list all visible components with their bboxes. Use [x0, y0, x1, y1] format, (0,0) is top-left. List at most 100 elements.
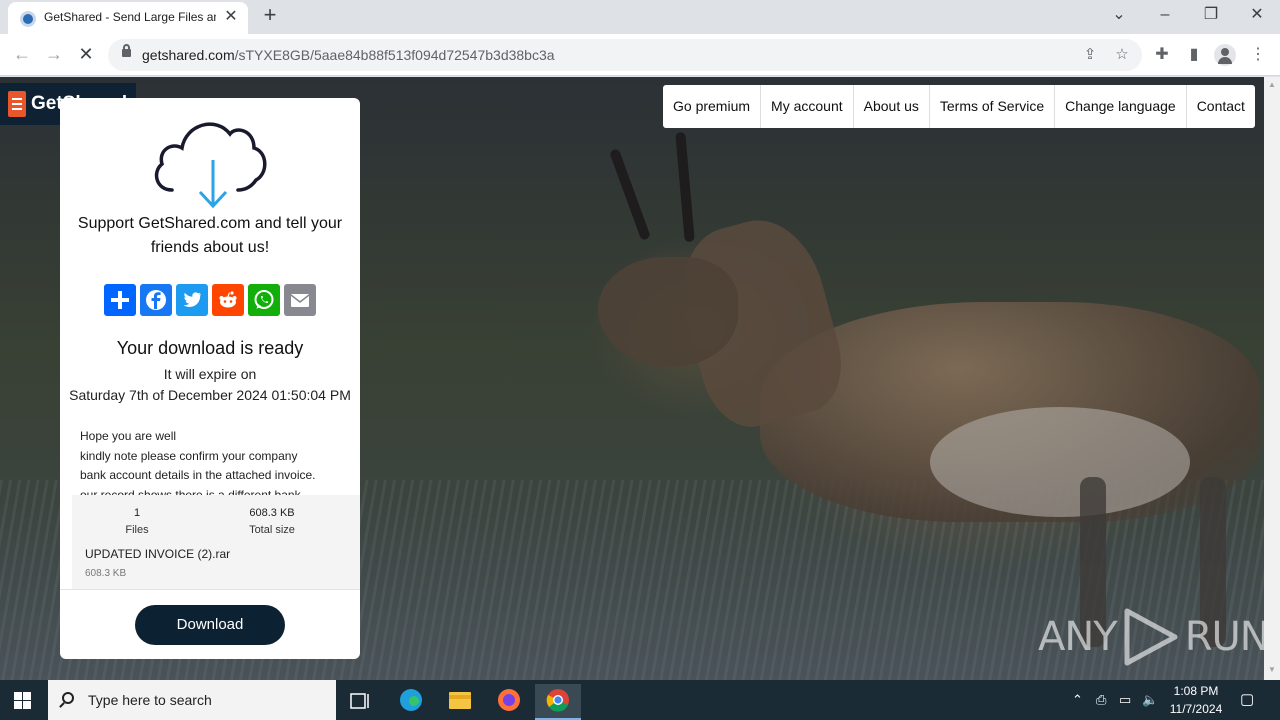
page-viewport: GetShared Go premium My account About us…	[0, 77, 1264, 680]
edge-icon	[400, 689, 422, 711]
notifications-icon[interactable]: ▢	[1240, 690, 1254, 708]
cloud-download-icon	[154, 122, 267, 209]
message-line: bank account details in the attached inv…	[80, 468, 316, 482]
expire-date: Saturday 7th of December 2024 01:50:04 P…	[69, 387, 351, 403]
device-icon[interactable]: ⎙	[1096, 692, 1106, 708]
chrome-taskbar-button[interactable]	[535, 684, 581, 720]
support-message: Support GetShared.com and tell your frie…	[60, 212, 360, 260]
message-line: kindly note please confirm your company	[80, 448, 298, 463]
url-text[interactable]: getshared.com/sTYXE8GB/5aae84b88f513f094…	[142, 47, 555, 63]
expire-label: It will expire on	[163, 366, 257, 382]
share-buttons	[104, 284, 320, 316]
antelope-horn	[675, 131, 695, 243]
share-email-button[interactable]	[284, 284, 316, 316]
search-icon	[62, 692, 74, 704]
show-hidden-icons-chevron-icon[interactable]: ⌃	[1072, 692, 1083, 708]
windows-taskbar: Type here to search ⌃ ⎙ ▭ 🔈 1:08 PM 11/7…	[0, 680, 1280, 720]
network-icon[interactable]: ▭	[1119, 692, 1131, 708]
bookmark-star-icon[interactable]: ☆	[1111, 44, 1133, 66]
nav-my-account[interactable]: My account	[761, 85, 854, 128]
support-line: Support GetShared.com and tell your	[77, 215, 343, 232]
tab-title: GetShared - Send Large Files and	[44, 10, 216, 24]
tab-search-chevron-icon[interactable]: ⌄	[1107, 4, 1131, 28]
back-button[interactable]: ←	[10, 43, 34, 67]
clock-time[interactable]: 1:08 PM	[1168, 684, 1224, 698]
volume-icon[interactable]: 🔈	[1142, 692, 1158, 708]
profile-avatar-icon[interactable]	[1214, 44, 1236, 66]
reddit-icon	[219, 291, 237, 308]
forward-button[interactable]: →	[42, 43, 66, 67]
total-size-label: Total size	[249, 524, 295, 536]
facebook-icon	[146, 290, 166, 310]
close-window-button[interactable]: ✕	[1245, 4, 1269, 28]
download-button[interactable]: Download	[135, 605, 285, 645]
total-size-stat: 608.3 KB Total size	[227, 507, 317, 536]
chrome-icon	[546, 689, 569, 712]
site-navigation: Go premium My account About us Terms of …	[663, 85, 1255, 128]
share-add-button[interactable]	[104, 284, 136, 316]
share-facebook-button[interactable]	[140, 284, 172, 316]
firefox-icon	[498, 689, 520, 711]
download-ready-title: Your download is ready	[116, 338, 304, 358]
message-line: our record shows there is a different ba…	[80, 487, 301, 496]
stop-loading-button[interactable]: ✕	[74, 43, 98, 67]
watermark-right: RUN	[1184, 614, 1264, 660]
firefox-taskbar-button[interactable]	[486, 684, 532, 720]
files-count: 1	[133, 507, 141, 519]
file-name[interactable]: UPDATED INVOICE (2).rar	[85, 547, 230, 561]
play-triangle-icon	[1124, 608, 1178, 666]
minimize-button[interactable]: –	[1153, 4, 1177, 28]
file-summary: 1 Files 608.3 KB Total size UPDATED INVO…	[72, 495, 360, 590]
new-tab-button[interactable]: +	[258, 4, 282, 28]
nav-terms-of-service[interactable]: Terms of Service	[930, 85, 1056, 128]
message-line: Hope you are well	[80, 429, 177, 443]
document-logo-icon	[8, 91, 26, 117]
browser-toolbar: ← → ✕ getshared.com/sTYXE8GB/5aae84b88f5…	[0, 34, 1280, 76]
nav-go-premium[interactable]: Go premium	[663, 85, 762, 128]
windows-start-icon[interactable]	[14, 692, 31, 709]
address-bar[interactable]: getshared.com/sTYXE8GB/5aae84b88f513f094…	[108, 39, 1142, 71]
browser-menu-icon[interactable]: ⋮	[1246, 43, 1270, 67]
tab-strip: GetShared - Send Large Files and ✕ + ⌄ –…	[0, 0, 1280, 34]
watermark-left: ANY	[1038, 614, 1118, 660]
task-view-icon	[350, 693, 369, 709]
edge-taskbar-button[interactable]	[388, 684, 434, 720]
nav-about-us[interactable]: About us	[854, 85, 930, 128]
lock-icon[interactable]	[122, 44, 131, 57]
browser-tab[interactable]: GetShared - Send Large Files and ✕	[8, 2, 248, 34]
search-placeholder: Type here to search	[88, 692, 212, 708]
twitter-icon	[183, 292, 201, 307]
support-line: friends about us!	[150, 239, 270, 256]
site-favicon-icon	[20, 11, 36, 27]
scroll-down-arrow-icon[interactable]: ▼	[1268, 665, 1276, 674]
email-icon	[290, 294, 310, 307]
file-size: 608.3 KB	[85, 568, 127, 579]
share-whatsapp-button[interactable]	[248, 284, 280, 316]
clock-date[interactable]: 11/7/2024	[1164, 702, 1228, 716]
scroll-up-arrow-icon[interactable]: ▲	[1268, 80, 1276, 89]
plus-icon	[111, 291, 129, 309]
files-label: Files	[125, 524, 149, 536]
restore-button[interactable]: ❐	[1199, 4, 1223, 28]
side-panel-icon[interactable]: ▮	[1182, 43, 1206, 67]
taskbar-search-input[interactable]: Type here to search	[48, 680, 336, 720]
files-count-stat: 1 Files	[92, 507, 182, 536]
total-size: 608.3 KB	[249, 507, 295, 519]
antelope-belly	[930, 407, 1190, 517]
share-page-icon[interactable]: ⇪	[1079, 44, 1101, 66]
page-scrollbar[interactable]: ▲ ▼	[1264, 77, 1280, 680]
close-tab-icon[interactable]: ✕	[222, 8, 240, 26]
folder-icon	[449, 692, 471, 709]
share-reddit-button[interactable]	[212, 284, 244, 316]
antelope-head	[598, 257, 738, 367]
file-explorer-taskbar-button[interactable]	[437, 684, 483, 720]
sender-message: Hope you are well kindly note please con…	[80, 427, 342, 495]
whatsapp-icon	[254, 290, 274, 309]
antelope-horn	[609, 148, 651, 241]
share-twitter-button[interactable]	[176, 284, 208, 316]
nav-change-language[interactable]: Change language	[1055, 85, 1187, 128]
download-card: Support GetShared.com and tell your frie…	[60, 98, 360, 659]
extensions-puzzle-icon[interactable]: ✚	[1150, 43, 1174, 67]
nav-contact[interactable]: Contact	[1187, 85, 1255, 128]
task-view-button[interactable]	[337, 684, 383, 720]
